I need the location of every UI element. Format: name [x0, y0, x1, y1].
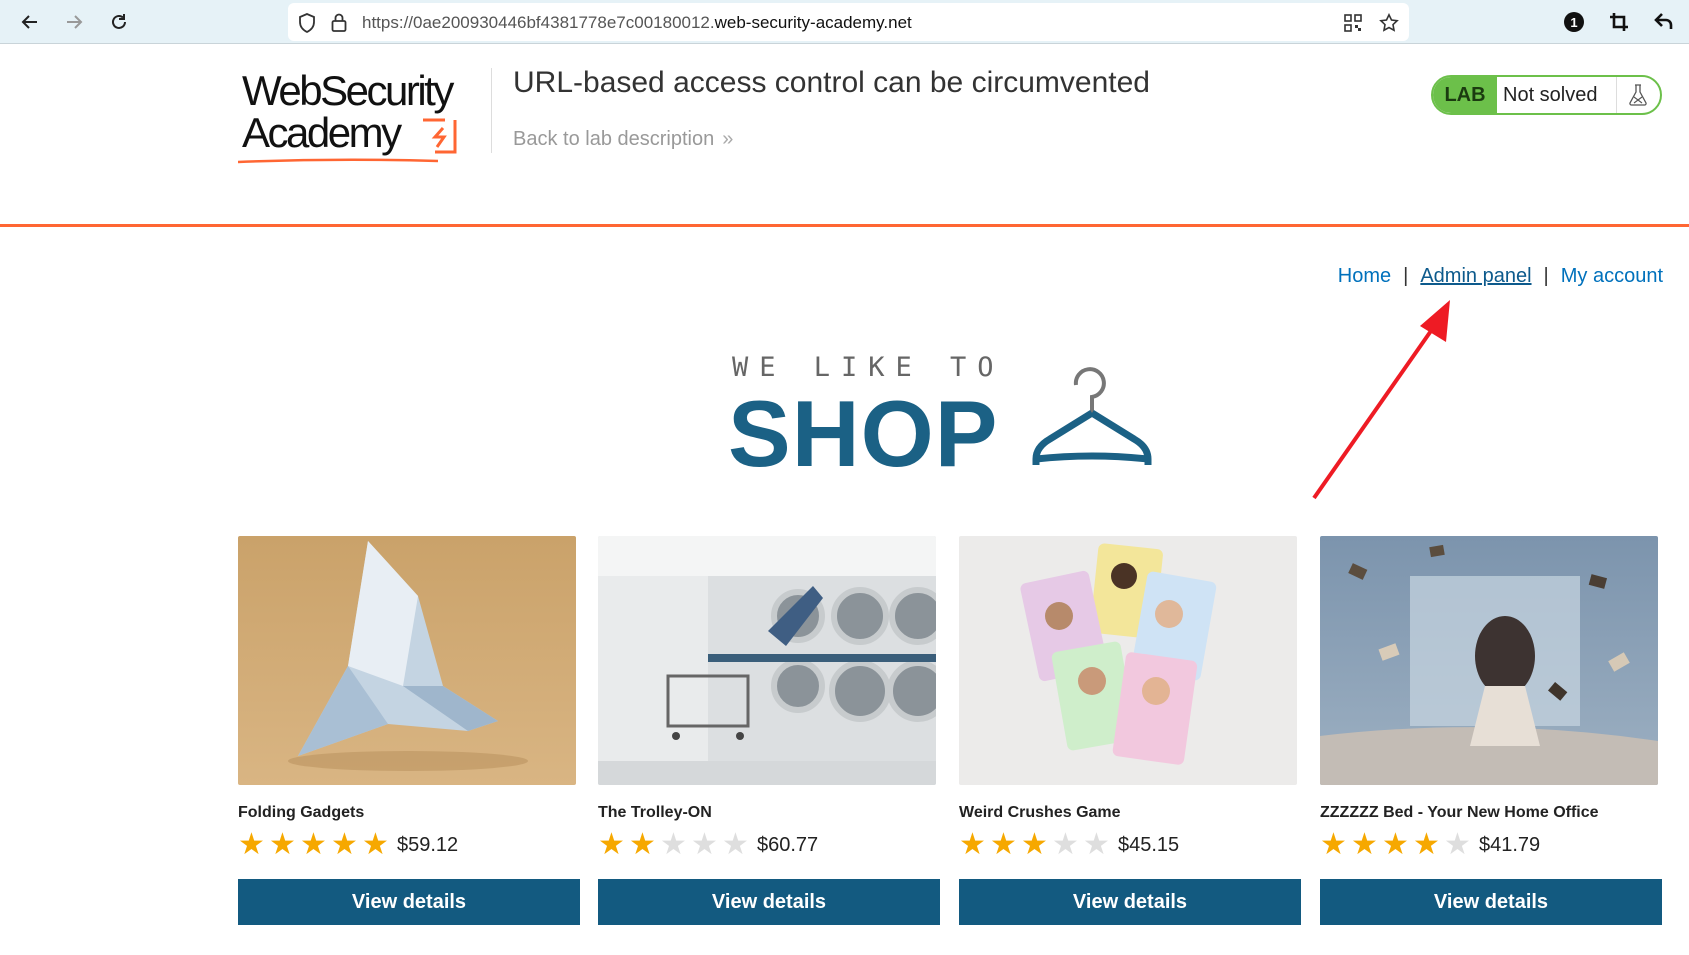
- double-chevron-right-icon: »: [722, 128, 734, 150]
- flask-icon: [1629, 84, 1647, 106]
- bookmark-star-icon[interactable]: [1378, 12, 1400, 34]
- star-filled-icon: ★: [300, 828, 327, 861]
- view-details-button[interactable]: View details: [598, 879, 940, 925]
- url-bar[interactable]: https://0ae200930446bf4381778e7c00180012…: [288, 3, 1409, 41]
- back-to-lab-description-link[interactable]: Back to lab description »: [513, 128, 733, 151]
- product-name: Weird Crushes Game: [959, 804, 1121, 821]
- lab-status-widget: LAB Not solved: [1431, 75, 1662, 115]
- star-filled-icon: ★: [238, 828, 265, 861]
- product-price: $41.79: [1479, 833, 1541, 856]
- star-filled-icon: ★: [1320, 828, 1347, 861]
- nav-admin-panel-link[interactable]: Admin panel: [1420, 265, 1531, 287]
- product-card: The Trolley-ON ★ ★ ★ ★ ★ $60.77 View details: [598, 536, 940, 925]
- forward-arrow-icon[interactable]: [58, 6, 90, 38]
- nav-separator: |: [1543, 265, 1549, 287]
- reload-icon[interactable]: [103, 6, 135, 38]
- star-filled-icon: ★: [269, 828, 296, 861]
- nav-my-account-link[interactable]: My account: [1561, 265, 1663, 287]
- product-rating: ★ ★ ★ ★ ★ $60.77: [598, 828, 936, 861]
- product-image-weird-crushes-game[interactable]: [959, 536, 1297, 785]
- logo-text-line1: WebSecurity: [242, 67, 454, 114]
- banner-title: SHOP: [728, 381, 999, 486]
- product-image-folding-gadgets[interactable]: [238, 536, 576, 785]
- view-details-button[interactable]: View details: [238, 879, 580, 925]
- nav-separator: |: [1403, 265, 1409, 287]
- star-empty-icon: ★: [1052, 828, 1079, 861]
- back-link-label: Back to lab description: [513, 128, 715, 150]
- product-rating: ★ ★ ★ ★ ★ $59.12: [238, 828, 576, 861]
- logo-underline: [238, 158, 438, 164]
- star-empty-icon: ★: [691, 828, 718, 861]
- product-price: $45.15: [1118, 833, 1180, 856]
- product-price: $59.12: [397, 833, 459, 856]
- product-rating: ★ ★ ★ ★ ★ $45.15: [959, 828, 1297, 861]
- web-security-academy-logo[interactable]: WebSecurity Academy: [238, 70, 490, 166]
- product-card: Weird Crushes Game ★ ★ ★ ★ ★ $45.15 View deta…: [959, 536, 1301, 925]
- crop-icon[interactable]: [1603, 6, 1635, 38]
- product-image-trolley-on[interactable]: [598, 536, 936, 785]
- lab-tag: LAB: [1433, 77, 1497, 113]
- extension-badge-icon[interactable]: 1: [1558, 6, 1590, 38]
- star-filled-icon: ★: [990, 828, 1017, 861]
- star-filled-icon: ★: [1382, 828, 1409, 861]
- lab-status-text: Not solved: [1503, 84, 1598, 106]
- red-annotation-arrow: [1312, 300, 1450, 500]
- header-orange-divider: [0, 224, 1689, 227]
- star-empty-icon: ★: [1083, 828, 1110, 861]
- shield-icon[interactable]: [296, 12, 318, 34]
- top-navigation: Home | Admin panel | My account: [1338, 265, 1663, 288]
- lock-icon[interactable]: [328, 12, 350, 34]
- logo-bolt-icon: [423, 118, 457, 154]
- url-domain: web-security-academy.net: [714, 13, 912, 32]
- product-name: ZZZZZZ Bed - Your New Home Office: [1320, 804, 1599, 821]
- product-name: Folding Gadgets: [238, 804, 365, 821]
- browser-toolbar: https://0ae200930446bf4381778e7c00180012…: [0, 0, 1689, 44]
- star-empty-icon: ★: [722, 828, 749, 861]
- star-empty-icon: ★: [660, 828, 687, 861]
- lab-status-divider: [1616, 77, 1617, 113]
- undo-arrow-icon[interactable]: [1648, 6, 1680, 38]
- svg-text:1: 1: [1570, 15, 1577, 30]
- nav-home-link[interactable]: Home: [1338, 265, 1391, 287]
- product-image-zzzzzz-bed[interactable]: [1320, 536, 1658, 785]
- lab-title: URL-based access control can be circumve…: [513, 66, 1150, 99]
- product-card: Folding Gadgets ★ ★ ★ ★ ★ $59.12 View details: [238, 536, 580, 925]
- header-divider: [491, 68, 492, 153]
- product-card: ZZZZZZ Bed - Your New Home Office ★ ★ ★ ★ ★ $…: [1320, 536, 1662, 925]
- url-prefix: https://0ae200930446bf4381778e7c00180012…: [362, 13, 715, 32]
- star-filled-icon: ★: [1413, 828, 1440, 861]
- view-details-button[interactable]: View details: [959, 879, 1301, 925]
- view-details-button[interactable]: View details: [1320, 879, 1662, 925]
- star-empty-icon: ★: [1444, 828, 1471, 861]
- star-filled-icon: ★: [362, 828, 389, 861]
- star-filled-icon: ★: [629, 828, 656, 861]
- url-text: https://0ae200930446bf4381778e7c00180012…: [362, 13, 912, 33]
- product-rating: ★ ★ ★ ★ ★ $41.79: [1320, 828, 1658, 861]
- star-filled-icon: ★: [331, 828, 358, 861]
- banner-tagline: WE LIKE TO: [732, 352, 1005, 383]
- star-filled-icon: ★: [959, 828, 986, 861]
- star-filled-icon: ★: [1021, 828, 1048, 861]
- logo-text-line2: Academy: [242, 109, 402, 156]
- star-filled-icon: ★: [1351, 828, 1378, 861]
- back-arrow-icon[interactable]: [14, 6, 46, 38]
- product-name: The Trolley-ON: [598, 804, 712, 821]
- qr-code-icon[interactable]: [1342, 12, 1364, 34]
- clothes-hanger-icon: [1032, 367, 1152, 465]
- product-price: $60.77: [757, 833, 819, 856]
- star-filled-icon: ★: [598, 828, 625, 861]
